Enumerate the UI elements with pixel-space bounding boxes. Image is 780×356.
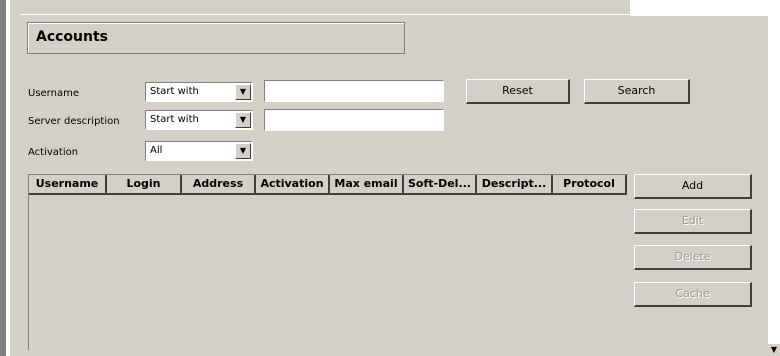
dropdown-arrow-icon[interactable]: ▼ [235, 143, 251, 159]
server-description-input[interactable] [264, 109, 444, 131]
dropdown-arrow-icon[interactable]: ▼ [235, 84, 251, 100]
column-header-soft-delete[interactable]: Soft-Del... [404, 175, 477, 195]
column-header-description[interactable]: Descript... [477, 175, 553, 195]
username-input[interactable] [264, 80, 444, 102]
top-right-blank [630, 0, 770, 16]
edit-button[interactable]: Edit [634, 209, 752, 234]
server-description-mode-select[interactable]: Start with ▼ [145, 110, 253, 130]
accounts-table[interactable]: Username Login Address Activation Max em… [28, 174, 628, 350]
username-label: Username [28, 88, 79, 99]
column-header-protocol[interactable]: Protocol [553, 175, 627, 195]
activation-select[interactable]: All ▼ [145, 141, 253, 161]
dropdown-arrow-icon[interactable]: ▼ [235, 112, 251, 128]
server-description-label: Server description [28, 116, 120, 127]
username-mode-value: Start with [150, 86, 199, 97]
top-divider [20, 14, 630, 15]
column-header-login[interactable]: Login [107, 175, 182, 195]
column-header-username[interactable]: Username [29, 175, 107, 195]
column-header-address[interactable]: Address [182, 175, 256, 195]
title-box: Accounts [27, 22, 405, 54]
add-button[interactable]: Add [634, 174, 752, 199]
cache-button[interactable]: Cache [634, 282, 752, 307]
username-mode-select[interactable]: Start with ▼ [145, 82, 253, 102]
reset-button[interactable]: Reset [466, 79, 570, 104]
column-header-activation[interactable]: Activation [256, 175, 330, 195]
delete-button[interactable]: Delete [634, 245, 752, 270]
search-button[interactable]: Search [584, 79, 690, 104]
left-window-edge [0, 0, 10, 356]
activation-value: All [150, 145, 163, 156]
activation-label: Activation [28, 147, 79, 158]
server-description-mode-value: Start with [150, 114, 199, 125]
vertical-scrollbar[interactable] [768, 0, 780, 356]
page-title: Accounts [36, 29, 109, 45]
column-header-max-email[interactable]: Max email [330, 175, 404, 195]
scroll-down-arrow-icon[interactable]: ▼ [768, 344, 780, 356]
